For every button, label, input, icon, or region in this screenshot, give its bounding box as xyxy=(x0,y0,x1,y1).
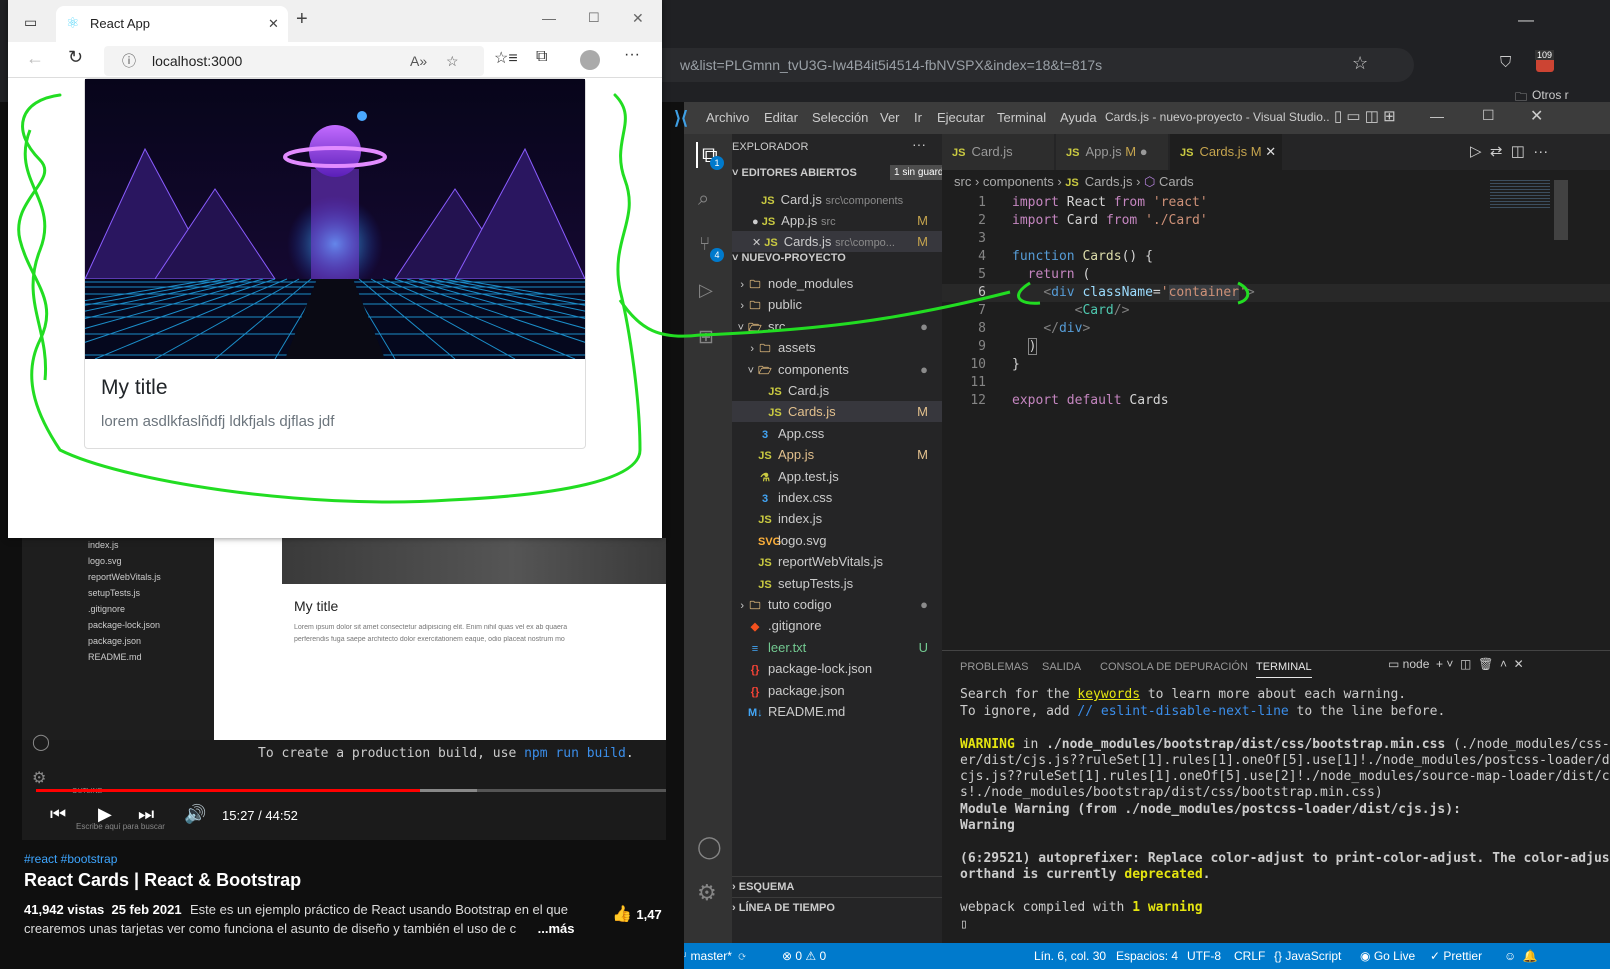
green-annotation-scribble xyxy=(17,93,1250,504)
